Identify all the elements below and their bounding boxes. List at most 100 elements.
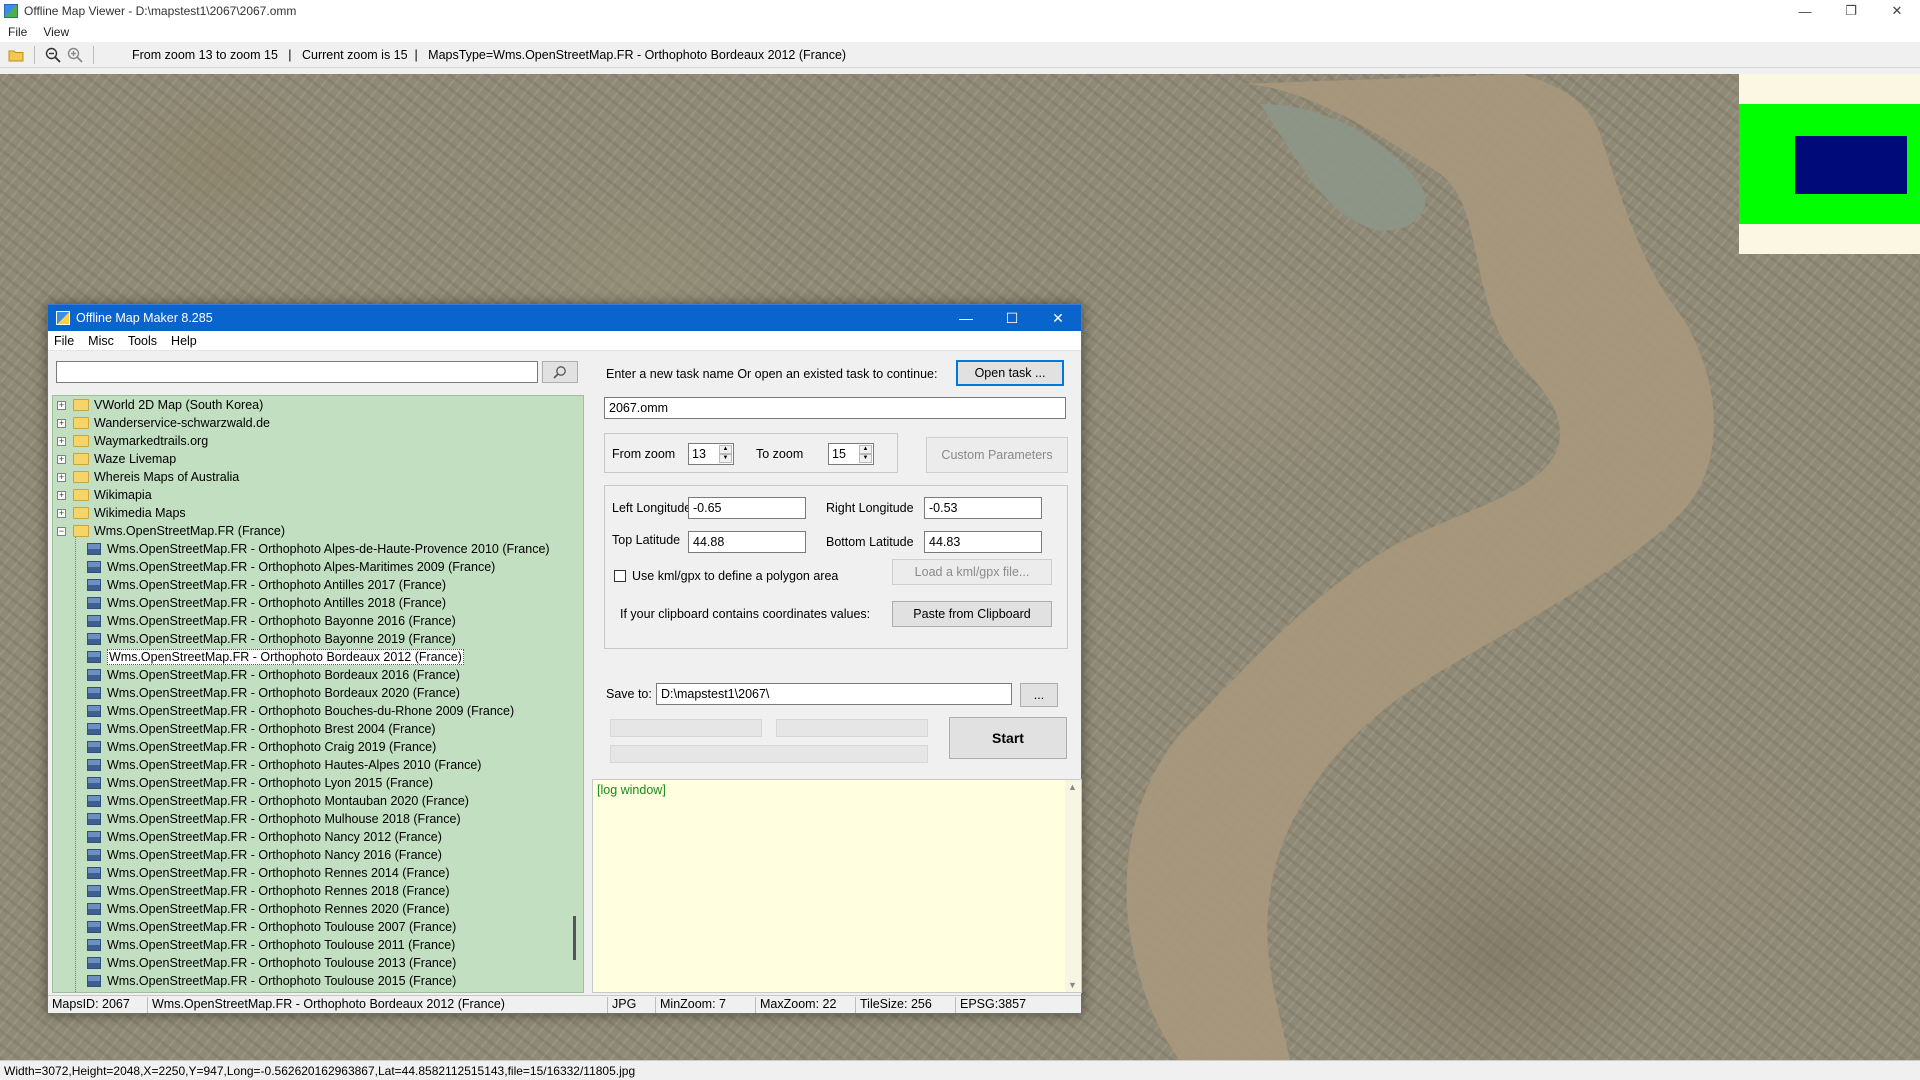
paste-clipboard-button[interactable]: Paste from Clipboard xyxy=(892,601,1052,627)
menu-view[interactable]: View xyxy=(43,25,69,39)
tree-folder-label: Wikimapia xyxy=(94,488,152,502)
viewer-statusbar: Width=3072,Height=2048,X=2250,Y=947,Long… xyxy=(0,1060,1920,1080)
kml-polygon-checkbox[interactable] xyxy=(614,570,626,582)
expand-icon[interactable]: + xyxy=(57,490,66,500)
dialog-menu-help[interactable]: Help xyxy=(171,334,197,348)
dialog-statusbar: MapsID: 2067 Wms.OpenStreetMap.FR - Orth… xyxy=(48,995,1081,1013)
map-tile-icon xyxy=(87,795,101,807)
status-min-zoom: MinZoom: 7 xyxy=(656,997,756,1013)
tree-map-item[interactable]: Wms.OpenStreetMap.FR - Orthophoto Bordea… xyxy=(53,648,464,666)
start-button[interactable]: Start xyxy=(949,717,1067,759)
from-zoom-stepper[interactable]: 13 ▲ ▼ xyxy=(688,443,734,465)
tree-map-item[interactable]: Wms.OpenStreetMap.FR - Orthophoto Brest … xyxy=(53,720,436,738)
tree-scroll-thumb[interactable] xyxy=(573,916,576,960)
overview-minimap[interactable] xyxy=(1739,74,1920,254)
tree-map-item[interactable]: Wms.OpenStreetMap.FR - Orthophoto Alpes-… xyxy=(53,540,550,558)
scroll-down-icon[interactable]: ▼ xyxy=(1068,980,1078,990)
tree-map-item[interactable]: Wms.OpenStreetMap.FR - Orthophoto Bouche… xyxy=(53,702,514,720)
tree-folder[interactable]: + Wikimedia Maps xyxy=(53,504,186,522)
tree-map-item[interactable]: Wms.OpenStreetMap.FR - Orthophoto Bayonn… xyxy=(53,612,456,630)
to-zoom-up-icon[interactable]: ▲ xyxy=(859,445,872,454)
tree-map-item[interactable]: Wms.OpenStreetMap.FR - Orthophoto Toulou… xyxy=(53,972,456,990)
collapse-icon[interactable]: − xyxy=(57,526,66,536)
tree-map-item-label: Wms.OpenStreetMap.FR - Orthophoto Hautes… xyxy=(107,758,482,772)
viewer-toolbar: From zoom 13 to zoom 15 | Current zoom i… xyxy=(0,42,1920,68)
from-zoom-value: 13 xyxy=(692,447,706,461)
custom-parameters-button[interactable]: Custom Parameters xyxy=(926,437,1068,473)
load-kml-button[interactable]: Load a kml/gpx file... xyxy=(892,559,1052,585)
dialog-minimize-button[interactable]: — xyxy=(943,305,989,331)
tree-folder[interactable]: + VWorld 2D Map (South Korea) xyxy=(53,396,263,414)
log-scrollbar[interactable]: ▲ ▼ xyxy=(1065,780,1081,992)
overview-viewport[interactable] xyxy=(1795,136,1907,194)
from-zoom-down-icon[interactable]: ▼ xyxy=(719,454,732,463)
dialog-menu-tools[interactable]: Tools xyxy=(128,334,157,348)
dialog-menu-misc[interactable]: Misc xyxy=(88,334,114,348)
tree-folder[interactable]: + Waze Livemap xyxy=(53,450,176,468)
dialog-maximize-button[interactable]: ☐ xyxy=(989,305,1035,331)
zoom-in-icon[interactable] xyxy=(65,45,85,65)
search-input[interactable] xyxy=(56,361,538,383)
map-tile-icon xyxy=(87,687,101,699)
tree-map-item[interactable]: Wms.OpenStreetMap.FR - Orthophoto Toulou… xyxy=(53,918,456,936)
map-source-tree[interactable]: + VWorld 2D Map (South Korea) + Wanderservi… xyxy=(52,395,584,993)
browse-folder-button[interactable]: ... xyxy=(1020,683,1058,707)
tree-map-item-label: Wms.OpenStreetMap.FR - Orthophoto Alpes-… xyxy=(107,560,496,574)
tree-map-item[interactable]: Wms.OpenStreetMap.FR - Orthophoto Rennes… xyxy=(53,900,450,918)
tree-map-item[interactable]: Wms.OpenStreetMap.FR - Orthophoto Bordea… xyxy=(53,684,460,702)
tree-map-item[interactable]: Wms.OpenStreetMap.FR - Orthophoto Rennes… xyxy=(53,882,450,900)
expand-icon[interactable]: + xyxy=(57,508,66,518)
bottom-latitude-field[interactable]: 44.83 xyxy=(924,531,1042,553)
dialog-menu-file[interactable]: File xyxy=(54,334,74,348)
close-button[interactable]: ✕ xyxy=(1874,0,1920,22)
dialog-titlebar[interactable]: Offline Map Maker 8.285 — ☐ ✕ xyxy=(48,305,1081,331)
toolbar-status-text: From zoom 13 to zoom 15 | Current zoom i… xyxy=(132,47,847,62)
expand-icon[interactable]: + xyxy=(57,454,66,464)
expand-icon[interactable]: + xyxy=(57,418,66,428)
tree-map-item[interactable]: Wms.OpenStreetMap.FR - Orthophoto Craig … xyxy=(53,738,436,756)
to-zoom-stepper[interactable]: 15 ▲ ▼ xyxy=(828,443,874,465)
progress-bar-total xyxy=(610,745,928,763)
top-latitude-field[interactable]: 44.88 xyxy=(688,531,806,553)
save-path-field[interactable]: D:\mapstest1\2067\ xyxy=(656,683,1012,705)
tree-map-item[interactable]: Wms.OpenStreetMap.FR - Orthophoto Antill… xyxy=(53,594,446,612)
map-tile-icon xyxy=(87,759,101,771)
open-task-button[interactable]: Open task ... xyxy=(956,360,1064,386)
zoom-out-icon[interactable] xyxy=(43,45,63,65)
minimize-button[interactable]: — xyxy=(1782,0,1828,22)
expand-icon[interactable]: + xyxy=(57,400,66,410)
tree-map-item[interactable]: Wms.OpenStreetMap.FR - Orthophoto Bayonn… xyxy=(53,630,456,648)
open-folder-icon[interactable] xyxy=(6,45,26,65)
log-window[interactable]: [log window] ▲ ▼ xyxy=(592,779,1082,993)
tree-scrollbar[interactable] xyxy=(567,396,583,992)
left-longitude-field[interactable]: -0.65 xyxy=(688,497,806,519)
dialog-close-button[interactable]: ✕ xyxy=(1035,305,1081,331)
tree-map-item[interactable]: Wms.OpenStreetMap.FR - Orthophoto Montau… xyxy=(53,792,469,810)
tree-map-item[interactable]: Wms.OpenStreetMap.FR - Orthophoto Mulhou… xyxy=(53,810,461,828)
tree-map-item[interactable]: Wms.OpenStreetMap.FR - Orthophoto Alpes-… xyxy=(53,558,495,576)
task-name-field[interactable]: 2067.omm xyxy=(604,397,1066,419)
to-zoom-down-icon[interactable]: ▼ xyxy=(859,454,872,463)
tree-folder[interactable]: + Waymarkedtrails.org xyxy=(53,432,208,450)
right-longitude-field[interactable]: -0.53 xyxy=(924,497,1042,519)
tree-map-item[interactable]: Wms.OpenStreetMap.FR - Orthophoto Nancy … xyxy=(53,828,442,846)
tree-folder[interactable]: + Whereis Maps of Australia xyxy=(53,468,239,486)
tree-map-item[interactable]: Wms.OpenStreetMap.FR - Orthophoto Bordea… xyxy=(53,666,460,684)
expand-icon[interactable]: + xyxy=(57,472,66,482)
tree-folder[interactable]: + Wikimapia xyxy=(53,486,152,504)
tree-folder-expanded[interactable]: − Wms.OpenStreetMap.FR (France) xyxy=(53,522,285,540)
expand-icon[interactable]: + xyxy=(57,436,66,446)
menu-file[interactable]: File xyxy=(8,25,27,39)
tree-map-item[interactable]: Wms.OpenStreetMap.FR - Orthophoto Lyon 2… xyxy=(53,774,433,792)
tree-map-item[interactable]: Wms.OpenStreetMap.FR - Orthophoto Hautes… xyxy=(53,756,481,774)
tree-map-item[interactable]: Wms.OpenStreetMap.FR - Orthophoto Rennes… xyxy=(53,864,450,882)
tree-map-item[interactable]: Wms.OpenStreetMap.FR - Orthophoto Toulou… xyxy=(53,936,455,954)
from-zoom-up-icon[interactable]: ▲ xyxy=(719,445,732,454)
tree-map-item[interactable]: Wms.OpenStreetMap.FR - Orthophoto Antill… xyxy=(53,576,446,594)
tree-folder[interactable]: + Wanderservice-schwarzwald.de xyxy=(53,414,270,432)
restore-button[interactable]: ❐ xyxy=(1828,0,1874,22)
tree-map-item[interactable]: Wms.OpenStreetMap.FR - Orthophoto Toulou… xyxy=(53,954,456,972)
search-button[interactable] xyxy=(542,361,578,383)
tree-map-item[interactable]: Wms.OpenStreetMap.FR - Orthophoto Nancy … xyxy=(53,846,442,864)
scroll-up-icon[interactable]: ▲ xyxy=(1068,782,1078,792)
